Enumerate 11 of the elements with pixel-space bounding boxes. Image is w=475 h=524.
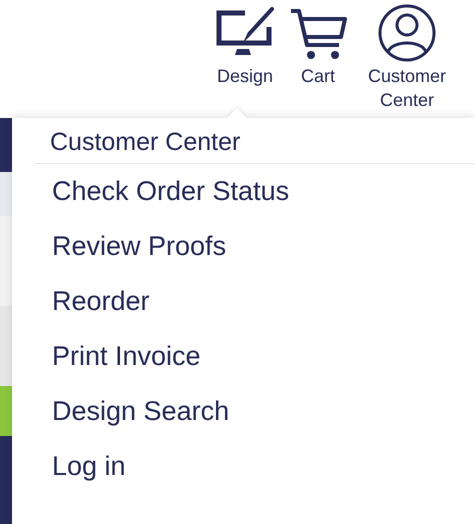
- menu-item[interactable]: Log in: [34, 439, 475, 494]
- nav-link[interactable]: Design: [215, 4, 275, 88]
- menu-item[interactable]: Design Search: [34, 384, 475, 439]
- menu-title: Customer Center: [34, 118, 475, 164]
- menu-item[interactable]: Print Invoice: [34, 329, 475, 384]
- menu-item[interactable]: Review Proofs: [34, 219, 475, 274]
- menu-item[interactable]: Reorder: [34, 274, 475, 329]
- nav-link[interactable]: Cart: [289, 4, 347, 88]
- nav-link[interactable]: Customer Center: [357, 4, 457, 112]
- menu-item[interactable]: Check Order Status: [34, 164, 475, 219]
- user-circle-icon: [378, 4, 436, 62]
